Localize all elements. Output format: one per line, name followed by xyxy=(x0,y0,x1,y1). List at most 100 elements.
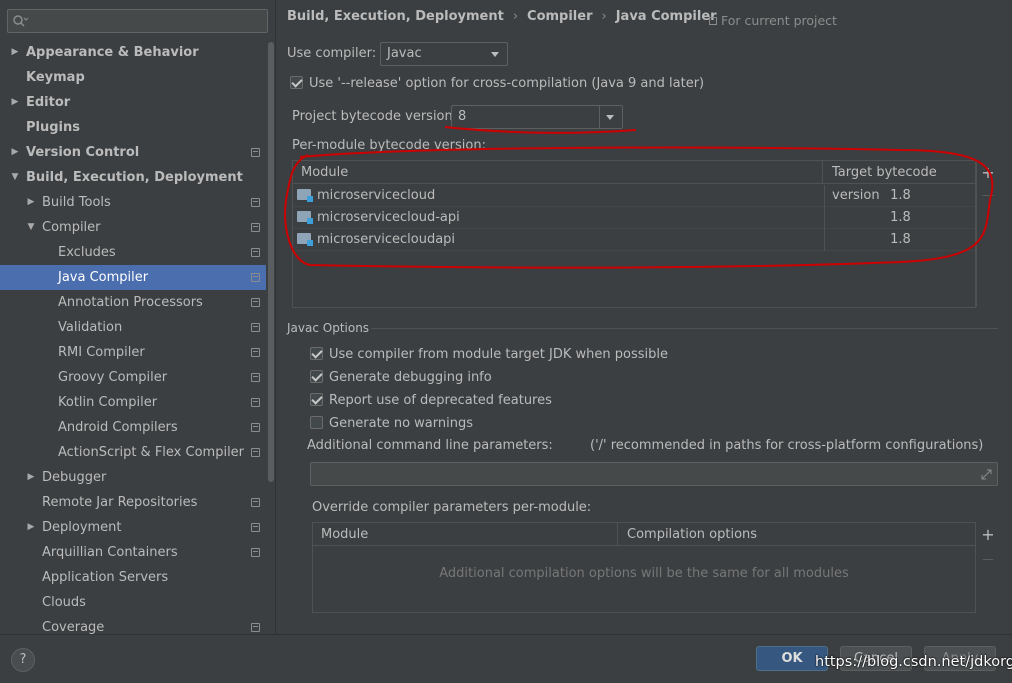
sidebar-item[interactable]: Excludes xyxy=(0,240,266,265)
per-module-table-header: Module Target bytecode version xyxy=(293,161,976,203)
javac-options-title: Javac Options xyxy=(287,321,370,335)
sidebar-item[interactable]: ▶ Debugger xyxy=(0,465,266,490)
sidebar-item[interactable]: ▶ Editor xyxy=(0,90,266,115)
sidebar-item-label: Annotation Processors xyxy=(58,295,203,310)
javac-option-row[interactable]: Report use of deprecated features xyxy=(310,393,552,408)
remove-override-button[interactable]: — xyxy=(979,552,997,566)
sidebar-item[interactable]: ▶ Version Control xyxy=(0,140,266,165)
collapsed-arrow-icon[interactable]: ▶ xyxy=(10,140,20,165)
target-version-cell[interactable]: 1.8 xyxy=(824,207,976,229)
remove-module-button[interactable]: — xyxy=(979,188,997,202)
sidebar-item[interactable]: ▶ Deployment xyxy=(0,515,266,540)
collapsed-arrow-icon[interactable]: ▶ xyxy=(26,190,36,215)
sidebar-item[interactable]: Coverage xyxy=(0,615,266,634)
module-cell: microservicecloud xyxy=(297,185,435,207)
sidebar-scrollbar[interactable] xyxy=(268,42,274,482)
project-scope-icon xyxy=(251,248,260,257)
javac-option-checkbox[interactable] xyxy=(310,416,323,429)
add-override-button[interactable]: + xyxy=(979,525,997,544)
javac-option-checkbox[interactable] xyxy=(310,347,323,360)
sidebar-item[interactable]: Application Servers xyxy=(0,565,266,590)
sidebar-item[interactable]: Annotation Processors xyxy=(0,290,266,315)
breadcrumb-item: Build, Execution, Deployment xyxy=(287,9,504,24)
sidebar-item-label: Kotlin Compiler xyxy=(58,395,158,410)
sidebar-item[interactable]: Keymap xyxy=(0,65,266,90)
target-version-cell[interactable]: 1.8 xyxy=(824,229,976,251)
sidebar-item[interactable]: Groovy Compiler xyxy=(0,365,266,390)
compiler-select[interactable]: Javac xyxy=(380,42,508,66)
params-hint: ('/' recommended in paths for cross-plat… xyxy=(590,438,984,453)
column-header-compilation-options[interactable]: Compilation options xyxy=(619,523,975,546)
javac-option-row[interactable]: Generate no warnings xyxy=(310,416,473,431)
search-input[interactable] xyxy=(7,9,268,33)
sidebar-item[interactable]: Arquillian Containers xyxy=(0,540,266,565)
release-option-row[interactable]: Use '--release' option for cross-compila… xyxy=(290,76,704,91)
compiler-select-value: Javac xyxy=(387,46,422,61)
module-folder-icon xyxy=(297,233,313,246)
sidebar-item-label: Version Control xyxy=(26,145,140,160)
module-name: microservicecloud-api xyxy=(317,210,460,225)
javac-option-checkbox[interactable] xyxy=(310,370,323,383)
sidebar-item[interactable]: Android Compilers xyxy=(0,415,266,440)
column-header-module[interactable]: Module xyxy=(313,523,618,546)
sidebar-item-label: Coverage xyxy=(42,620,105,634)
project-scope-icon xyxy=(251,523,260,532)
javac-option-checkbox[interactable] xyxy=(310,393,323,406)
chevron-down-icon xyxy=(491,52,499,57)
sidebar-item[interactable]: ActionScript & Flex Compiler xyxy=(0,440,266,465)
sidebar-item[interactable]: Clouds xyxy=(0,590,266,615)
sidebar-item[interactable]: ▼ Compiler xyxy=(0,215,266,240)
collapsed-arrow-icon[interactable]: ▶ xyxy=(10,90,20,115)
breadcrumb-item: Java Compiler xyxy=(615,9,717,24)
project-scope-icon xyxy=(251,548,260,557)
sidebar-item[interactable]: Kotlin Compiler xyxy=(0,390,266,415)
sidebar-item[interactable]: RMI Compiler xyxy=(0,340,266,365)
sidebar-item[interactable]: ▼ Build, Execution, Deployment xyxy=(0,165,266,190)
javac-option-row[interactable]: Generate debugging info xyxy=(310,370,492,385)
override-table: Module Compilation options Additional co… xyxy=(312,522,976,613)
table-row[interactable]: microservicecloudapi 1.8 xyxy=(293,229,975,251)
project-icon xyxy=(709,17,717,25)
add-module-button[interactable]: + xyxy=(979,163,997,182)
javac-option-row[interactable]: Use compiler from module target JDK when… xyxy=(310,347,668,362)
sidebar-item[interactable]: ▶ Build Tools xyxy=(0,190,266,215)
module-name: microservicecloud xyxy=(317,188,436,203)
sidebar-item[interactable]: ▶ Appearance & Behavior xyxy=(0,40,266,65)
release-option-checkbox[interactable] xyxy=(290,76,303,89)
expand-icon[interactable] xyxy=(981,469,992,480)
sidebar-item[interactable]: Remote Jar Repositories xyxy=(0,490,266,515)
bytecode-version-select[interactable]: 8 xyxy=(451,105,623,129)
sidebar-item-label: ActionScript & Flex Compiler xyxy=(58,445,245,460)
sidebar-item-label: Excludes xyxy=(58,245,116,260)
for-project-label: For current project xyxy=(721,13,837,28)
breadcrumb-item: Compiler xyxy=(527,9,593,24)
collapsed-arrow-icon[interactable]: ▶ xyxy=(10,40,20,65)
module-folder-icon xyxy=(297,211,313,224)
sidebar-item-label: Keymap xyxy=(26,70,85,85)
project-scope-icon xyxy=(251,448,260,457)
watermark: https://blog.csdn.net/jdkorg xyxy=(815,654,1012,670)
project-scope-icon xyxy=(251,323,260,332)
project-scope-icon xyxy=(251,498,260,507)
table-row[interactable]: microservicecloud 1.8 xyxy=(293,185,975,207)
params-input[interactable] xyxy=(310,462,998,486)
help-button[interactable]: ? xyxy=(11,648,35,672)
column-header-target-version[interactable]: Target bytecode version xyxy=(824,161,976,203)
module-cell: microservicecloudapi xyxy=(297,229,455,251)
project-scope-icon xyxy=(251,148,260,157)
collapsed-arrow-icon[interactable]: ▶ xyxy=(26,515,36,540)
column-header-module[interactable]: Module xyxy=(293,161,823,184)
main-panel: Build, Execution, Deployment › Compiler › Ja… xyxy=(277,0,1012,634)
sidebar-item-label: Appearance & Behavior xyxy=(26,45,199,60)
use-compiler-label: Use compiler: xyxy=(287,46,377,61)
collapsed-arrow-icon[interactable]: ▶ xyxy=(26,465,36,490)
expanded-arrow-icon[interactable]: ▼ xyxy=(10,165,20,190)
sidebar-item[interactable]: Java Compiler xyxy=(0,265,266,290)
settings-sidebar: ▶ Appearance & Behavior Keymap ▶ Editor Plugi… xyxy=(0,0,276,634)
table-row[interactable]: microservicecloud-api 1.8 xyxy=(293,207,975,229)
expanded-arrow-icon[interactable]: ▼ xyxy=(26,215,36,240)
target-version-cell[interactable]: 1.8 xyxy=(824,185,976,207)
sidebar-item[interactable]: Plugins xyxy=(0,115,266,140)
params-label: Additional command line parameters: xyxy=(307,438,553,453)
sidebar-item[interactable]: Validation xyxy=(0,315,266,340)
